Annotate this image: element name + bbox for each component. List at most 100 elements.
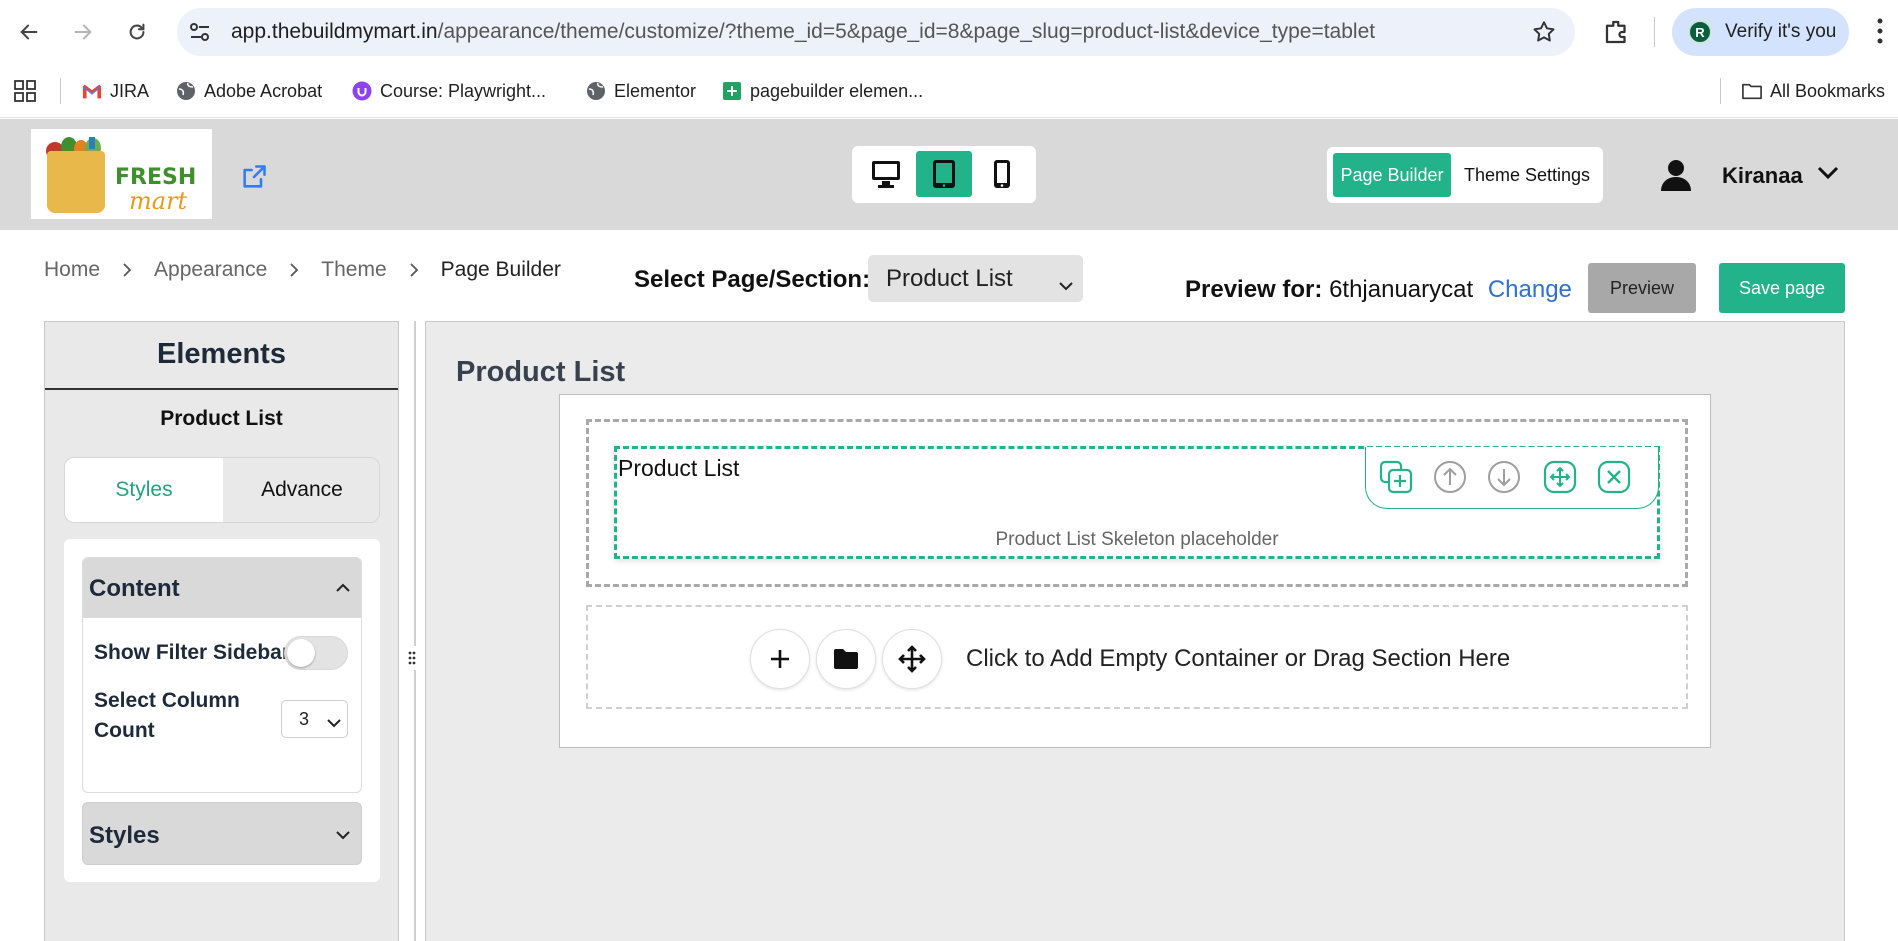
move-arrows-icon <box>898 645 926 673</box>
bookmark-label: JIRA <box>110 80 150 101</box>
content-accordion: Content Show Filter Sidebar Select Colum… <box>82 557 362 793</box>
chevron-right-icon <box>122 262 132 278</box>
chevron-right-icon <box>289 262 299 278</box>
delete-icon[interactable] <box>1594 457 1634 497</box>
sheets-icon <box>722 81 742 101</box>
add-container-button[interactable] <box>750 629 810 689</box>
panel-tabs: Styles Advance <box>64 457 380 523</box>
bag-icon <box>47 151 105 213</box>
url-text: app.thebuildmymart.in/appearance/theme/c… <box>231 20 1376 43</box>
bookmark-pagebuilder[interactable]: pagebuilder elemen... <box>722 77 923 105</box>
logo-text-mart: mart <box>129 187 188 215</box>
breadcrumb-current: Page Builder <box>440 258 561 281</box>
product-list-element[interactable]: Product List Product List Skeleton place… <box>614 446 1660 559</box>
bookmark-elementor[interactable]: Elementor <box>586 77 696 105</box>
breadcrumb-theme[interactable]: Theme <box>321 258 386 282</box>
divider <box>45 388 398 390</box>
drag-section-button[interactable] <box>882 629 942 689</box>
bookmark-star-icon[interactable] <box>1531 19 1557 50</box>
tablet-view-button[interactable] <box>916 151 972 197</box>
back-icon[interactable] <box>14 17 44 47</box>
all-bookmarks-label: All Bookmarks <box>1770 80 1886 101</box>
bookmarks-bar: JIRA Adobe Acrobat Course: Playwright...… <box>0 65 1898 118</box>
show-filter-sidebar-label: Show Filter Sidebar <box>94 641 291 664</box>
folder-icon <box>834 649 858 669</box>
show-filter-sidebar-toggle[interactable] <box>284 636 348 670</box>
preview-for: Preview for: 6thjanuarycat Change <box>1185 276 1572 304</box>
chevron-down-icon[interactable] <box>1817 166 1839 185</box>
forward-icon[interactable] <box>68 17 98 47</box>
mode-switcher: Page Builder Theme Settings <box>1327 147 1603 203</box>
reload-icon[interactable] <box>122 17 152 47</box>
save-page-button[interactable]: Save page <box>1719 263 1845 313</box>
toggle-knob <box>287 639 315 667</box>
verify-label: Verify it's you <box>1725 21 1837 42</box>
preview-for-value: 6thjanuarycat <box>1329 276 1474 303</box>
bookmark-jira[interactable]: JIRA <box>82 77 149 105</box>
udemy-icon <box>352 81 372 101</box>
bookmark-label: pagebuilder elemen... <box>750 80 924 101</box>
bookmark-label: Course: Playwright... <box>380 80 547 101</box>
content-accordion-title: Content <box>89 575 180 602</box>
site-settings-icon[interactable] <box>189 22 211 47</box>
divider <box>60 78 61 104</box>
element-title: Product List <box>618 455 740 481</box>
desktop-icon <box>872 161 900 188</box>
move-down-icon[interactable] <box>1484 457 1524 497</box>
chevron-up-icon <box>335 580 351 598</box>
bookmark-playwright-course[interactable]: Course: Playwright... <box>352 77 546 105</box>
add-container-text: Click to Add Empty Container or Drag Sec… <box>966 645 1511 672</box>
breadcrumb-appearance[interactable]: Appearance <box>154 258 267 282</box>
page-builder-tab[interactable]: Page Builder <box>1333 153 1451 197</box>
gmail-icon <box>82 81 102 101</box>
user-name[interactable]: Kiranaa <box>1722 163 1803 189</box>
drag-move-icon[interactable] <box>1540 457 1580 497</box>
bookmark-label: Elementor <box>614 80 697 101</box>
profile-avatar: R <box>1688 20 1712 44</box>
element-toolbar <box>1365 447 1659 509</box>
apps-grid-icon[interactable] <box>14 77 36 105</box>
chevron-down-icon <box>1059 271 1073 299</box>
page-section-select[interactable]: Product List <box>868 255 1083 302</box>
preview-for-label: Preview for: <box>1185 276 1323 303</box>
divider <box>1654 17 1655 47</box>
breadcrumb-home[interactable]: Home <box>44 258 100 282</box>
browser-menu-icon[interactable] <box>1876 17 1884 50</box>
elements-panel: Elements Product List Styles Advance Con… <box>44 321 399 941</box>
tablet-preview-frame: Product List Product List Skeleton place… <box>559 394 1711 748</box>
resize-handle-icon[interactable] <box>404 646 420 670</box>
chevron-down-icon <box>335 827 351 845</box>
bookmark-adobe-acrobat[interactable]: Adobe Acrobat <box>176 77 322 105</box>
mobile-view-button[interactable] <box>974 151 1030 197</box>
page-select-label: Select Page/Section: <box>634 266 871 293</box>
extensions-icon[interactable] <box>1602 17 1632 52</box>
content-accordion-header[interactable]: Content <box>83 558 361 618</box>
fresh-mart-logo[interactable]: FRESH mart <box>31 129 212 219</box>
duplicate-icon[interactable] <box>1376 457 1416 497</box>
external-link-icon[interactable] <box>240 163 268 196</box>
styles-accordion-title: Styles <box>89 822 160 849</box>
saved-sections-button[interactable] <box>816 629 876 689</box>
verify-identity-button[interactable]: R Verify it's you <box>1672 8 1849 56</box>
column-count-value: 3 <box>299 708 310 729</box>
builder-canvas: Product List Product List Product List S… <box>425 321 1845 941</box>
device-switcher <box>852 146 1036 203</box>
add-container-dropzone[interactable]: Click to Add Empty Container or Drag Sec… <box>586 605 1688 709</box>
preview-button[interactable]: Preview <box>1588 263 1696 313</box>
user-icon[interactable] <box>1659 158 1693 197</box>
address-bar[interactable]: app.thebuildmymart.in/appearance/theme/c… <box>177 8 1575 56</box>
bookmark-label: Adobe Acrobat <box>204 80 323 101</box>
tab-advance[interactable]: Advance <box>223 458 379 522</box>
globe-icon <box>586 81 606 101</box>
tab-styles[interactable]: Styles <box>65 458 223 522</box>
styles-accordion-header[interactable]: Styles <box>82 802 362 865</box>
desktop-view-button[interactable] <box>858 151 914 197</box>
change-link[interactable]: Change <box>1488 276 1572 303</box>
globe-icon <box>176 81 196 101</box>
selected-element-name: Product List <box>160 407 283 430</box>
move-up-icon[interactable] <box>1430 457 1470 497</box>
section-container[interactable]: Product List Product List Skeleton place… <box>586 419 1688 587</box>
column-count-select[interactable]: 3 <box>281 700 348 738</box>
all-bookmarks[interactable]: All Bookmarks <box>1742 77 1885 105</box>
theme-settings-tab[interactable]: Theme Settings <box>1457 153 1597 197</box>
